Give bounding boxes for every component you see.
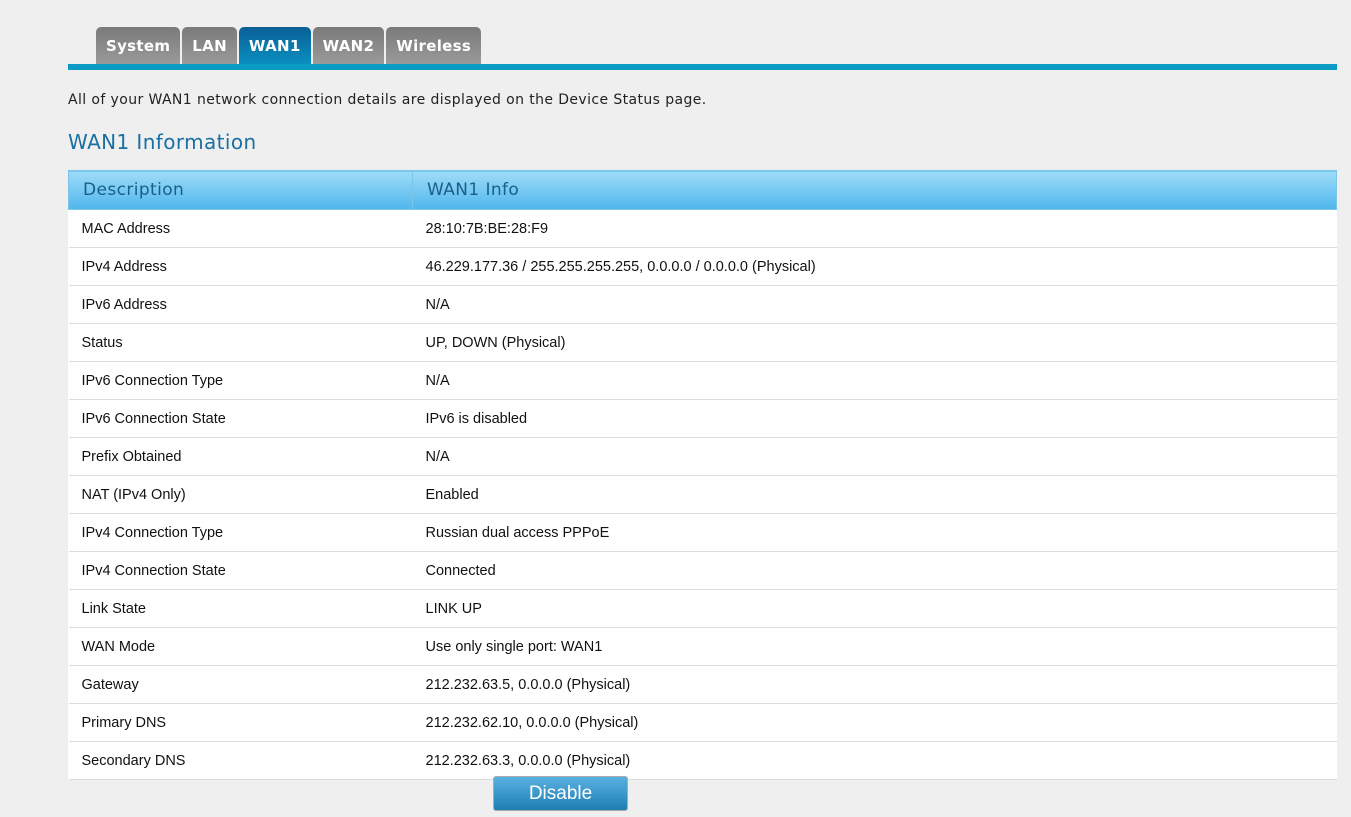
row-label: Status bbox=[68, 323, 413, 362]
table-row: IPv6 Address N/A bbox=[68, 285, 1337, 324]
table-row: IPv4 Connection State Connected bbox=[68, 551, 1337, 590]
row-value: N/A bbox=[412, 437, 1337, 476]
table-row: IPv6 Connection Type N/A bbox=[68, 361, 1337, 400]
row-label: Secondary DNS bbox=[68, 741, 413, 780]
tab-underline bbox=[68, 64, 1337, 70]
row-label: WAN Mode bbox=[68, 627, 413, 666]
table-row: IPv6 Connection State IPv6 is disabled bbox=[68, 399, 1337, 438]
row-label: Prefix Obtained bbox=[68, 437, 413, 476]
row-value: Use only single port: WAN1 bbox=[412, 627, 1337, 666]
row-value: N/A bbox=[412, 361, 1337, 400]
row-label: Primary DNS bbox=[68, 703, 413, 742]
table-row: Prefix Obtained N/A bbox=[68, 437, 1337, 476]
table-row: Gateway 212.232.63.5, 0.0.0.0 (Physical) bbox=[68, 665, 1337, 704]
table-header: Description WAN1 Info bbox=[68, 170, 1337, 210]
row-label: IPv4 Connection State bbox=[68, 551, 413, 590]
tab-system[interactable]: System bbox=[96, 27, 181, 64]
disable-button[interactable]: Disable bbox=[493, 776, 628, 811]
row-value: 212.232.63.5, 0.0.0.0 (Physical) bbox=[412, 665, 1337, 704]
row-value: N/A bbox=[412, 285, 1337, 324]
row-value: 46.229.177.36 / 255.255.255.255, 0.0.0.0… bbox=[412, 247, 1337, 286]
row-label: NAT (IPv4 Only) bbox=[68, 475, 413, 514]
row-label: IPv6 Connection State bbox=[68, 399, 413, 438]
table-row: NAT (IPv4 Only) Enabled bbox=[68, 475, 1337, 514]
row-value: IPv6 is disabled bbox=[412, 399, 1337, 438]
row-value: LINK UP bbox=[412, 589, 1337, 628]
header-info: WAN1 Info bbox=[412, 170, 1337, 210]
tab-bar: System LAN WAN1 WAN2 Wireless bbox=[96, 27, 482, 64]
intro-text: All of your WAN1 network connection deta… bbox=[68, 92, 707, 108]
row-value: Enabled bbox=[412, 475, 1337, 514]
row-label: Gateway bbox=[68, 665, 413, 704]
tab-wireless[interactable]: Wireless bbox=[386, 27, 482, 64]
tab-wan1[interactable]: WAN1 bbox=[238, 27, 311, 64]
row-label: IPv6 Connection Type bbox=[68, 361, 413, 400]
table-row: Primary DNS 212.232.62.10, 0.0.0.0 (Physi… bbox=[68, 703, 1337, 742]
table-row: IPv4 Address 46.229.177.36 / 255.255.255.… bbox=[68, 247, 1337, 286]
table-row: MAC Address 28:10:7B:BE:28:F9 bbox=[68, 209, 1337, 248]
table-row: Status UP, DOWN (Physical) bbox=[68, 323, 1337, 362]
table-row: Secondary DNS 212.232.63.3, 0.0.0.0 (Phys… bbox=[68, 741, 1337, 780]
table-row: IPv4 Connection Type Russian dual access … bbox=[68, 513, 1337, 552]
row-label: IPv4 Connection Type bbox=[68, 513, 413, 552]
row-label: Link State bbox=[68, 589, 413, 628]
tab-wan2[interactable]: WAN2 bbox=[312, 27, 385, 64]
wan1-info-table: Description WAN1 Info MAC Address 28:10:7… bbox=[68, 170, 1337, 780]
row-label: MAC Address bbox=[68, 209, 413, 248]
table-row: Link State LINK UP bbox=[68, 589, 1337, 628]
row-label: IPv6 Address bbox=[68, 285, 413, 324]
row-value: 212.232.63.3, 0.0.0.0 (Physical) bbox=[412, 741, 1337, 780]
row-value: Connected bbox=[412, 551, 1337, 590]
row-value: 212.232.62.10, 0.0.0.0 (Physical) bbox=[412, 703, 1337, 742]
row-value: UP, DOWN (Physical) bbox=[412, 323, 1337, 362]
row-label: IPv4 Address bbox=[68, 247, 413, 286]
section-heading: WAN1 Information bbox=[68, 130, 257, 154]
header-description: Description bbox=[68, 170, 413, 210]
table-row: WAN Mode Use only single port: WAN1 bbox=[68, 627, 1337, 666]
tab-lan[interactable]: LAN bbox=[182, 27, 237, 64]
row-value: 28:10:7B:BE:28:F9 bbox=[412, 209, 1337, 248]
row-value: Russian dual access PPPoE bbox=[412, 513, 1337, 552]
